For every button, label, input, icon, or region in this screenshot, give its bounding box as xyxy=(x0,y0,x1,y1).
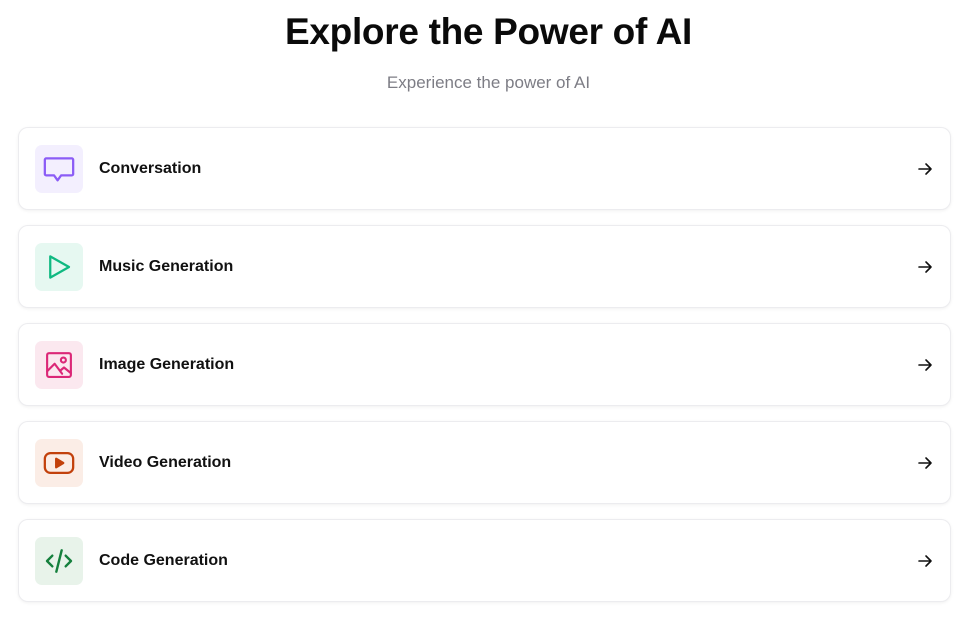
tool-card-conversation[interactable]: Conversation xyxy=(18,127,951,210)
arrow-right-icon xyxy=(916,356,934,374)
video-generation-icon-tile xyxy=(35,438,83,487)
tool-label-image-generation: Image Generation xyxy=(99,355,235,373)
tool-label-video-generation: Video Generation xyxy=(99,453,232,471)
message-square-icon xyxy=(43,156,75,181)
arrow-right-icon xyxy=(916,160,934,178)
tool-label-music-generation: Music Generation xyxy=(99,257,234,275)
video-icon xyxy=(43,451,75,474)
page-subtitle: Experience the power of AI xyxy=(386,73,591,92)
tool-card-video-generation[interactable]: Video Generation xyxy=(18,421,951,504)
arrow-right-icon xyxy=(916,258,934,276)
arrow-right-icon xyxy=(916,552,934,570)
tool-card-image-generation[interactable]: Image Generation xyxy=(18,323,951,406)
tool-label-conversation: Conversation xyxy=(99,159,202,177)
image-generation-icon-tile xyxy=(35,340,83,389)
conversation-icon-tile xyxy=(35,144,83,193)
tool-card-code-generation[interactable]: Code Generation xyxy=(18,519,951,602)
tool-card-music-generation[interactable]: Music Generation xyxy=(18,225,951,308)
play-icon xyxy=(49,254,71,279)
code-generation-icon-tile xyxy=(35,536,83,585)
page-title: Explore the Power of AI xyxy=(284,11,693,52)
tool-list: Conversation Music Generation Image Gene… xyxy=(18,127,951,617)
tool-label-code-generation: Code Generation xyxy=(99,551,228,569)
code-icon xyxy=(45,548,73,573)
music-generation-icon-tile xyxy=(35,242,83,291)
arrow-right-icon xyxy=(916,454,934,472)
image-icon xyxy=(46,351,72,378)
